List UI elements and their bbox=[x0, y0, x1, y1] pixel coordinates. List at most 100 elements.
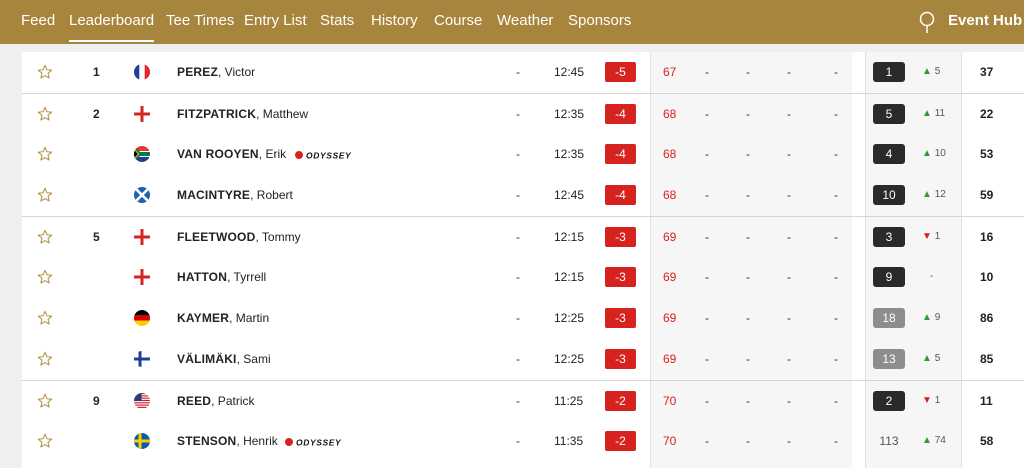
arrow-down-icon: ▼ bbox=[922, 395, 935, 406]
favorite-star-icon[interactable] bbox=[37, 229, 53, 245]
round-1-score: 69 bbox=[663, 311, 677, 325]
thru-value: - bbox=[516, 188, 520, 202]
round-2-score: - bbox=[705, 147, 709, 161]
thru-value: - bbox=[516, 394, 520, 408]
nav-stats[interactable]: Stats bbox=[320, 12, 354, 29]
table-row[interactable]: HATTON, Tyrrell - 12:15 -3 69 - - - - 9 - 10 bbox=[22, 257, 1024, 298]
round-2-score: - bbox=[705, 352, 709, 366]
table-row[interactable]: 5 FLEETWOOD, Tommy -12:15 -3 69- - - -3 ▼ 1 16 bbox=[22, 216, 1024, 257]
player-last-name: REED bbox=[177, 394, 212, 408]
player-name[interactable]: STENSON, Henrik bbox=[177, 434, 278, 448]
round-4-score: - bbox=[787, 394, 791, 408]
player-name[interactable]: HATTON, Tyrrell bbox=[177, 270, 266, 284]
round-4-score: - bbox=[787, 311, 791, 325]
sponsor-odyssey-logo: ODYSSEY bbox=[284, 435, 344, 448]
to-par-badge: -4 bbox=[605, 185, 636, 205]
rank-movement-value: 9 bbox=[934, 312, 941, 323]
world-rank-badge: 13 bbox=[873, 349, 905, 369]
tee-time: 12:35 bbox=[554, 147, 585, 161]
nav-sponsors[interactable]: Sponsors bbox=[568, 12, 631, 29]
player-last-name: FITZPATRICK bbox=[177, 107, 257, 121]
rank-movement-value: 5 bbox=[934, 353, 941, 364]
rank-movement: ▲ 5 bbox=[922, 66, 940, 77]
rank-movement: ▲ 12 bbox=[922, 189, 946, 200]
favorite-star-icon[interactable] bbox=[37, 187, 53, 203]
table-row[interactable]: 9 REED, Patrick -11:25 -2 70- - - -2 ▼ 1 11 bbox=[22, 380, 1024, 421]
favorite-star-icon[interactable] bbox=[37, 64, 53, 80]
rank-movement: - bbox=[930, 271, 933, 282]
last-column-value: 22 bbox=[980, 107, 994, 121]
player-name[interactable]: REED, Patrick bbox=[177, 394, 254, 408]
table-row[interactable]: STENSON, Henrik ODYSSEY - 11:35 -2 70 - - - - 113 ▲… bbox=[22, 421, 1024, 462]
favorite-star-icon[interactable] bbox=[37, 269, 53, 285]
round-1-score: 67 bbox=[663, 65, 677, 79]
rank-movement-value: 1 bbox=[934, 231, 941, 242]
player-name[interactable]: FLEETWOOD, Tommy bbox=[177, 230, 301, 244]
nav-history[interactable]: History bbox=[371, 12, 418, 29]
total-score: - bbox=[834, 394, 838, 408]
round-4-score: - bbox=[787, 434, 791, 448]
nav-leaderboard[interactable]: Leaderboard bbox=[69, 12, 155, 42]
round-4-score: - bbox=[787, 188, 791, 202]
player-last-name: STENSON bbox=[177, 434, 237, 448]
event-hub-link[interactable]: Event Hub bbox=[948, 12, 1022, 29]
world-rank-badge: 113 bbox=[879, 434, 899, 448]
round-3-score: - bbox=[746, 311, 750, 325]
player-name[interactable]: MACINTYRE, Robert bbox=[177, 188, 293, 202]
arrow-up-icon: ▲ bbox=[922, 148, 935, 159]
player-last-name: HATTON bbox=[177, 270, 228, 284]
total-score: - bbox=[834, 352, 838, 366]
player-name[interactable]: PEREZ, Victor bbox=[177, 65, 255, 79]
table-row[interactable]: 2 FITZPATRICK, Matthew - 12:35 -4 68 - - - - 5 ▲ 11… bbox=[22, 93, 1024, 134]
round-3-score: - bbox=[746, 230, 750, 244]
nav-tee-times[interactable]: Tee Times bbox=[166, 12, 234, 29]
top-navigation: Feed Leaderboard Tee Times Entry List St… bbox=[0, 0, 1024, 44]
table-row[interactable]: 1 PEREZ, Victor - 12:45 -5 67 - - - - 1 ▲ 5 37 bbox=[22, 52, 1024, 93]
rank-movement-value: 74 bbox=[934, 435, 946, 446]
player-name[interactable]: VAN ROOYEN, Erik bbox=[177, 147, 286, 161]
nav-feed[interactable]: Feed bbox=[21, 12, 55, 29]
location-pin-icon[interactable] bbox=[918, 11, 936, 35]
flag-england-icon bbox=[134, 229, 150, 245]
player-first-name: , Tommy bbox=[255, 230, 301, 244]
player-first-name: , Martin bbox=[229, 311, 270, 325]
nav-course[interactable]: Course bbox=[434, 12, 482, 29]
favorite-star-icon[interactable] bbox=[37, 433, 53, 449]
rank-movement: ▲ 74 bbox=[922, 435, 946, 446]
tee-time: 12:15 bbox=[554, 230, 585, 244]
favorite-star-icon[interactable] bbox=[37, 351, 53, 367]
player-name[interactable]: VÄLIMÄKI, Sami bbox=[177, 352, 271, 366]
favorite-star-icon[interactable] bbox=[37, 106, 53, 122]
player-name[interactable]: KAYMER, Martin bbox=[177, 311, 269, 325]
round-3-score: - bbox=[746, 65, 750, 79]
favorite-star-icon[interactable] bbox=[37, 146, 53, 162]
world-rank-badge: 18 bbox=[873, 308, 905, 328]
tee-time: 12:25 bbox=[554, 352, 585, 366]
table-row[interactable]: VAN ROOYEN, Erik ODYSSEY -12:35 -4 68- - - -4 ▲ … bbox=[22, 134, 1024, 175]
round-2-score: - bbox=[705, 434, 709, 448]
arrow-up-icon: ▲ bbox=[922, 189, 935, 200]
favorite-star-icon[interactable] bbox=[37, 393, 53, 409]
total-score: - bbox=[834, 230, 838, 244]
player-name[interactable]: FITZPATRICK, Matthew bbox=[177, 107, 308, 121]
round-3-score: - bbox=[746, 147, 750, 161]
player-first-name: , Sami bbox=[236, 352, 271, 366]
table-row[interactable]: MACINTYRE, Robert - 12:45 -4 68 - - - - 10 ▲ 12 59 bbox=[22, 175, 1024, 216]
rank-movement: ▲ 10 bbox=[922, 148, 946, 159]
nav-entry-list[interactable]: Entry List bbox=[244, 12, 307, 29]
last-column-value: 86 bbox=[980, 311, 994, 325]
table-row[interactable]: VÄLIMÄKI, Sami - 12:25 -3 69 - - - - 13 ▲ 5 85 bbox=[22, 339, 1024, 380]
total-score: - bbox=[834, 107, 838, 121]
rank-movement-value: 10 bbox=[934, 148, 946, 159]
table-row[interactable]: KAYMER, Martin - 12:25 -3 69 - - - - 18 ▲ 9 86 bbox=[22, 298, 1024, 339]
favorite-star-icon[interactable] bbox=[37, 310, 53, 326]
round-4-score: - bbox=[787, 270, 791, 284]
round-3-score: - bbox=[746, 352, 750, 366]
thru-value: - bbox=[516, 107, 520, 121]
total-score: - bbox=[834, 188, 838, 202]
world-rank-badge: 1 bbox=[873, 62, 905, 82]
nav-weather[interactable]: Weather bbox=[497, 12, 553, 29]
round-1-score: 69 bbox=[663, 270, 677, 284]
round-3-score: - bbox=[746, 394, 750, 408]
rank-movement-value: 12 bbox=[934, 189, 946, 200]
